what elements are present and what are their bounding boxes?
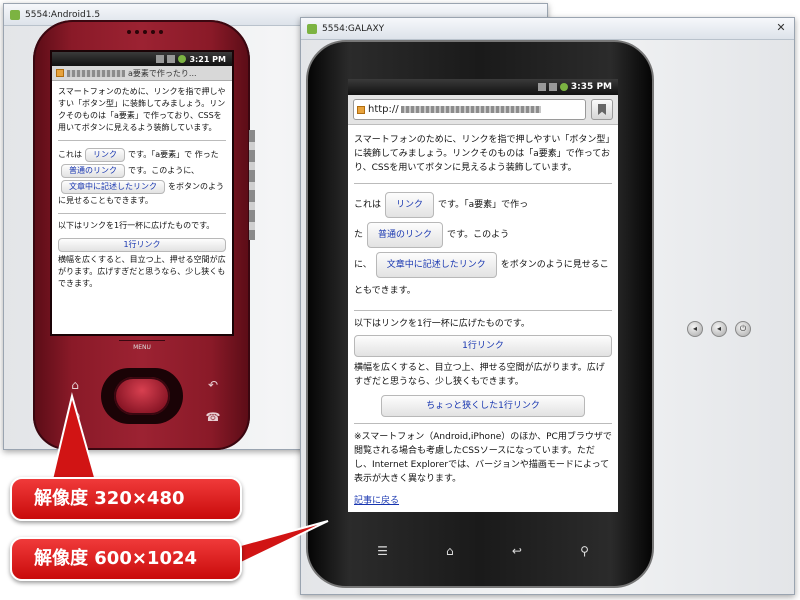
page-content: スマートフォンのために、リンクを指で押しやすい「ボタン型」に装飾してみましょう。… (52, 81, 232, 301)
favicon-icon (357, 105, 365, 114)
menu-button[interactable]: MENU (119, 340, 165, 354)
phone-screen: 3:21 PM a要素で作ったり... スマートフォンのために、リンクを指で押し… (50, 50, 234, 336)
blurred-url (400, 106, 541, 113)
divider (58, 140, 226, 141)
intro-text: スマートフォンのために、リンクを指で押しやすい「ボタン型」に装飾してみましょう。… (354, 135, 610, 173)
tablet-screen: 3:35 PM http:// スマートフォンのために、リンクを指で押しやすい「… (348, 79, 618, 512)
menu-icon[interactable]: ☰ (377, 544, 388, 558)
sync-icon (178, 55, 187, 63)
full-width-link-button[interactable]: 1行リンク (58, 238, 226, 252)
tablet-galaxy: 3:35 PM http:// スマートフォンのために、リンクを指で押しやすい「… (306, 40, 654, 588)
narrow-link-button[interactable]: ちょっと狭くした1行リンク (381, 395, 585, 417)
sync-icon (559, 83, 568, 91)
emulator-app-icon (307, 23, 317, 34)
full-width-link-button[interactable]: 1行リンク (354, 335, 612, 357)
network-icon (548, 83, 557, 91)
divider (354, 310, 612, 311)
signal-icon (156, 55, 165, 63)
bookmark-button[interactable] (591, 99, 613, 120)
volume-down-icon[interactable]: ◂ (687, 321, 703, 337)
resolution-badge-large: 解像度 600×1024 (10, 537, 242, 581)
back-to-article-link[interactable]: 記事に戻る (354, 496, 399, 506)
network-icon (167, 55, 176, 63)
page-content: スマートフォンのために、リンクを指で押しやすい「ボタン型」に装飾してみましょう。… (348, 125, 618, 512)
page-title: a要素で作ったり... (128, 68, 197, 78)
browser-title-bar[interactable]: a要素で作ったり... (52, 66, 232, 81)
divider (354, 423, 612, 424)
inline-links-paragraph: これは リンク です。「a要素」で 作った普通のリンク です。このように、 文章中に記… (58, 147, 226, 207)
power-icon[interactable]: ⏻ (735, 321, 751, 337)
window-title: 5554:Android1.5 (25, 9, 101, 20)
screenshot-root: 5554:Android1.5 5554:GALAXY ✕ ◂ ◂ ⏻ 3:21… (0, 0, 800, 600)
link-button[interactable]: リンク (385, 192, 435, 218)
status-bar: 3:35 PM (348, 79, 618, 95)
window-resize-strip (249, 130, 255, 240)
full-width-intro: 以下はリンクを1行一杯に広げたものです。 (58, 221, 215, 230)
text: これは (354, 200, 382, 210)
window-title: 5554:GALAXY (322, 23, 385, 34)
inline-link-button[interactable]: 文章中に記述したリンク (375, 252, 497, 278)
normal-link-button[interactable]: 普通のリンク (61, 164, 125, 178)
status-time: 3:35 PM (570, 82, 612, 92)
tablet-nav-keys: ☰ ⌂ ↩ ⚲ (348, 536, 618, 566)
normal-link-button[interactable]: 普通のリンク (367, 222, 444, 248)
signal-icon (537, 83, 546, 91)
link-button[interactable]: リンク (85, 148, 125, 162)
volume-up-icon[interactable]: ◂ (711, 321, 727, 337)
footnote: ※スマートフォン（Android,iPhone）のほか、PC用ブラウザで閲覧され… (354, 432, 612, 484)
text: です。「a要素」で作っ (438, 200, 529, 210)
text: です。このよう (447, 230, 510, 240)
status-bar: 3:21 PM (52, 52, 232, 66)
search-icon[interactable]: ⚲ (580, 544, 589, 558)
intro-text: スマートフォンのために、リンクを指で押しやすい「ボタン型」に装飾してみましょう。… (58, 87, 226, 132)
url-prefix: http:// (368, 104, 399, 115)
close-icon[interactable]: ✕ (774, 21, 788, 35)
status-time: 3:21 PM (189, 54, 226, 64)
text: 作った (194, 150, 219, 159)
full-width-intro: 以下はリンクを1行一杯に広げたものです。 (354, 319, 530, 329)
text: です。このように、 (128, 166, 199, 175)
divider (354, 183, 612, 184)
divider (58, 213, 226, 214)
bookmark-icon (598, 104, 606, 115)
url-field[interactable]: http:// (353, 99, 586, 120)
inline-link-button[interactable]: 文章中に記述したリンク (61, 180, 165, 194)
text: た (354, 230, 364, 240)
back-icon[interactable]: ↩ (512, 544, 522, 558)
end-call-icon[interactable]: ☎ (193, 402, 233, 432)
speaker-grille (127, 30, 163, 34)
inline-links-paragraph: これは リンク です。「a要素」で作っ た普通のリンク です。このよう に、 文章中に記… (354, 190, 612, 302)
phone-android15: 3:21 PM a要素で作ったり... スマートフォンのために、リンクを指で押し… (33, 20, 250, 450)
wide-note: 横幅を広くすると、目立つ上、押せる空間が広がります。広げすぎだと思うなら、少し狭… (354, 363, 605, 387)
window-titlebar: 5554:GALAXY ✕ (301, 18, 794, 40)
text: これは (58, 150, 82, 159)
text: です。「a要素」で (128, 150, 193, 159)
favicon-icon (56, 69, 64, 77)
browser-url-bar: http:// (348, 95, 618, 125)
wide-note: 横幅を広くすると、目立つ上、押せる空間が広がります。広げすぎだと思うなら、少し狭… (58, 255, 226, 288)
emulator-app-icon (10, 9, 20, 20)
home-icon[interactable]: ⌂ (446, 544, 454, 558)
resolution-badge-small: 解像度 320×480 (10, 477, 242, 521)
blurred-url (67, 69, 125, 77)
back-icon[interactable]: ↶ (193, 370, 233, 400)
text: に、 (354, 260, 372, 270)
